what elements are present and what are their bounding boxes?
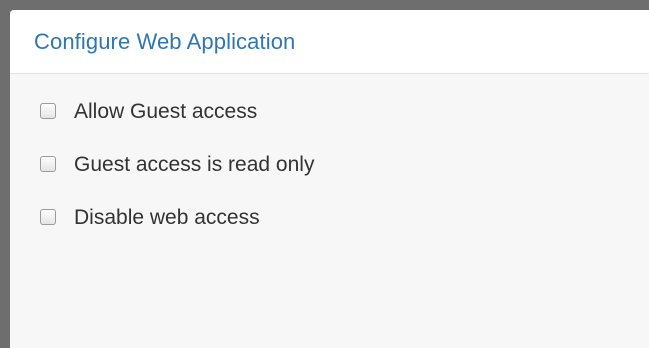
panel-header: Configure Web Application bbox=[10, 10, 649, 74]
panel-body: Allow Guest access Guest access is read … bbox=[10, 74, 649, 231]
allow-guest-access-option[interactable]: Allow Guest access bbox=[40, 99, 649, 125]
window-frame: Configure Web Application Allow Guest ac… bbox=[0, 0, 649, 348]
disable-web-access-label[interactable]: Disable web access bbox=[74, 206, 260, 230]
panel-title: Configure Web Application bbox=[34, 28, 296, 54]
disable-web-access-checkbox[interactable] bbox=[40, 208, 56, 225]
configure-web-application-panel: Configure Web Application Allow Guest ac… bbox=[10, 10, 649, 348]
disable-web-access-option[interactable]: Disable web access bbox=[40, 205, 649, 231]
guest-read-only-option[interactable]: Guest access is read only bbox=[40, 152, 649, 178]
guest-read-only-label[interactable]: Guest access is read only bbox=[74, 153, 314, 177]
allow-guest-access-label[interactable]: Allow Guest access bbox=[74, 100, 257, 124]
allow-guest-access-checkbox[interactable] bbox=[40, 102, 56, 119]
guest-read-only-checkbox[interactable] bbox=[40, 155, 56, 172]
